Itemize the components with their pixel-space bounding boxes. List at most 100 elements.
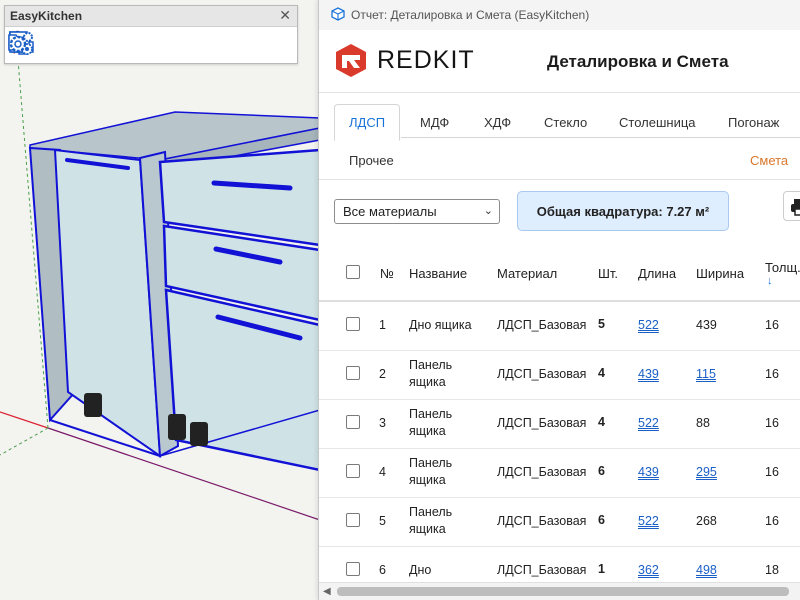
cell-thickness: 18 xyxy=(765,563,779,577)
material-tabs: ЛДСП МДФ ХДФ Стекло Столешница Погонаж П… xyxy=(319,92,800,180)
cell-name: Панель ящика xyxy=(409,505,453,536)
header-name[interactable]: Название xyxy=(409,266,467,281)
tab-glass[interactable]: Стекло xyxy=(544,115,587,130)
cell-name: Панель ящика xyxy=(409,358,453,389)
cell-thickness: 16 xyxy=(765,318,779,332)
header-material[interactable]: Материал xyxy=(497,266,557,281)
3d-viewport[interactable]: EasyKitchen ✕ xyxy=(0,0,320,600)
cell-length[interactable]: 522 xyxy=(638,317,659,334)
easykitchen-toolbar: EasyKitchen ✕ xyxy=(4,5,298,64)
cell-qty: 1 xyxy=(598,562,605,576)
toolbar-close-icon[interactable]: ✕ xyxy=(279,7,291,24)
cell-length[interactable]: 362 xyxy=(638,562,659,579)
cell-material: ЛДСП_Базовая xyxy=(497,367,587,381)
cell-thickness: 16 xyxy=(765,465,779,479)
cell-qty: 6 xyxy=(598,464,605,478)
cell-material: ЛДСП_Базовая xyxy=(497,416,587,430)
tab-divider xyxy=(401,137,800,138)
row-checkbox[interactable] xyxy=(346,366,360,380)
tab-ldsp[interactable]: ЛДСП xyxy=(334,104,401,141)
table-row[interactable]: 1 Дно ящика ЛДСП_Базовая 5 522 439 16 xyxy=(319,301,800,351)
cell-num: 5 xyxy=(379,514,386,528)
header-thickness[interactable]: Толщ. xyxy=(765,260,800,275)
gear-icon[interactable] xyxy=(9,30,295,60)
scrollbar-thumb[interactable] xyxy=(337,587,789,596)
cell-qty: 4 xyxy=(598,415,605,429)
spreadsheet-icon[interactable] xyxy=(9,30,231,60)
cell-name: Дно xyxy=(409,563,432,577)
row-checkbox[interactable] xyxy=(346,415,360,429)
header-num: № xyxy=(380,266,394,281)
table-row[interactable]: 4 Панель ящика ЛДСП_Базовая 6 439 295 16 xyxy=(319,448,800,498)
redkit-logo-icon xyxy=(336,44,366,77)
toolbar-titlebar: EasyKitchen ✕ xyxy=(5,6,297,27)
cell-name: Дно ящика xyxy=(409,318,472,332)
cell-length[interactable]: 439 xyxy=(638,464,659,481)
cell-num: 4 xyxy=(379,465,386,479)
tab-other[interactable]: Прочее xyxy=(349,153,394,168)
cell-length[interactable]: 522 xyxy=(638,513,659,530)
total-area-box: Общая квадратура: 7.27 м² xyxy=(517,191,729,231)
cell-width: 268 xyxy=(696,514,717,528)
table-row[interactable]: 5 Панель ящика ЛДСП_Базовая 6 522 268 16 xyxy=(319,497,800,547)
cell-qty: 6 xyxy=(598,513,605,527)
tab-hdf[interactable]: ХДФ xyxy=(484,115,511,130)
cell-thickness: 16 xyxy=(765,416,779,430)
cell-width[interactable]: 115 xyxy=(696,366,716,383)
hand-pointer-icon[interactable] xyxy=(12,30,71,60)
estimate-link[interactable]: Смета xyxy=(750,153,788,168)
table-row[interactable]: 2 Панель ящика ЛДСП_Базовая 4 439 115 16 xyxy=(319,350,800,400)
chevron-down-icon: ⌄ xyxy=(483,205,493,217)
tab-mdf[interactable]: МДФ xyxy=(420,115,449,130)
toolbar-title: EasyKitchen xyxy=(10,9,83,23)
material-filter-value: Все материалы xyxy=(343,204,437,219)
edit-frame-icon[interactable] xyxy=(9,30,167,60)
kitchen-cabinet-model xyxy=(0,59,320,521)
folders-icon[interactable] xyxy=(8,30,199,60)
cell-width: 439 xyxy=(696,318,717,332)
header-qty[interactable]: Шт. xyxy=(598,266,618,281)
total-area-value: 7.27 м² xyxy=(666,203,710,219)
total-area-label: Общая квадратура: xyxy=(536,203,663,219)
window-title: Отчет: Деталировка и Смета (EasyKitchen) xyxy=(351,8,590,22)
cell-num: 2 xyxy=(379,367,386,381)
horizontal-scrollbar[interactable]: ◀ xyxy=(319,582,800,600)
app-cube-icon xyxy=(331,7,345,21)
row-checkbox[interactable] xyxy=(346,562,360,576)
cell-material: ЛДСП_Базовая xyxy=(497,563,587,577)
cell-material: ЛДСП_Базовая xyxy=(497,318,587,332)
folder-settings-icon[interactable] xyxy=(8,30,263,60)
cell-length[interactable]: 522 xyxy=(638,415,659,432)
edit-document-icon[interactable] xyxy=(9,30,103,60)
row-checkbox[interactable] xyxy=(346,464,360,478)
report-title: Деталировка и Смета xyxy=(547,52,729,71)
header-length[interactable]: Длина xyxy=(638,266,676,281)
cell-width: 88 xyxy=(696,416,710,430)
cell-width[interactable]: 498 xyxy=(696,562,717,579)
toolbar-icons xyxy=(7,30,295,60)
print-button[interactable] xyxy=(783,191,800,221)
header-width[interactable]: Ширина xyxy=(696,266,744,281)
scroll-left-icon[interactable]: ◀ xyxy=(323,586,331,597)
cell-num: 6 xyxy=(379,563,386,577)
material-filter-select[interactable]: Все материалы ⌄ xyxy=(334,199,500,224)
cell-name: Панель ящика xyxy=(409,407,453,438)
cell-length[interactable]: 439 xyxy=(638,366,659,383)
table-row[interactable]: 3 Панель ящика ЛДСП_Базовая 4 522 88 16 xyxy=(319,399,800,449)
select-all-checkbox[interactable] xyxy=(346,265,360,279)
tab-molding[interactable]: Погонаж xyxy=(728,115,779,130)
printer-icon xyxy=(791,199,800,216)
sort-arrow-icon[interactable]: ↓ xyxy=(767,275,773,287)
report-window: Отчет: Деталировка и Смета (EasyKitchen)… xyxy=(318,0,800,600)
table-header: № Название Материал Шт. Длина Ширина Тол… xyxy=(319,246,800,302)
cell-qty: 4 xyxy=(598,366,605,380)
cell-width[interactable]: 295 xyxy=(696,464,717,481)
cell-num: 3 xyxy=(379,416,386,430)
row-checkbox[interactable] xyxy=(346,317,360,331)
brand-header: REDKIT Деталировка и Смета xyxy=(319,30,800,92)
tab-countertop[interactable]: Столешница xyxy=(619,115,696,130)
swap-arrows-icon[interactable] xyxy=(9,30,135,60)
row-checkbox[interactable] xyxy=(346,513,360,527)
cell-name: Панель ящика xyxy=(409,456,453,487)
cell-num: 1 xyxy=(379,318,386,332)
